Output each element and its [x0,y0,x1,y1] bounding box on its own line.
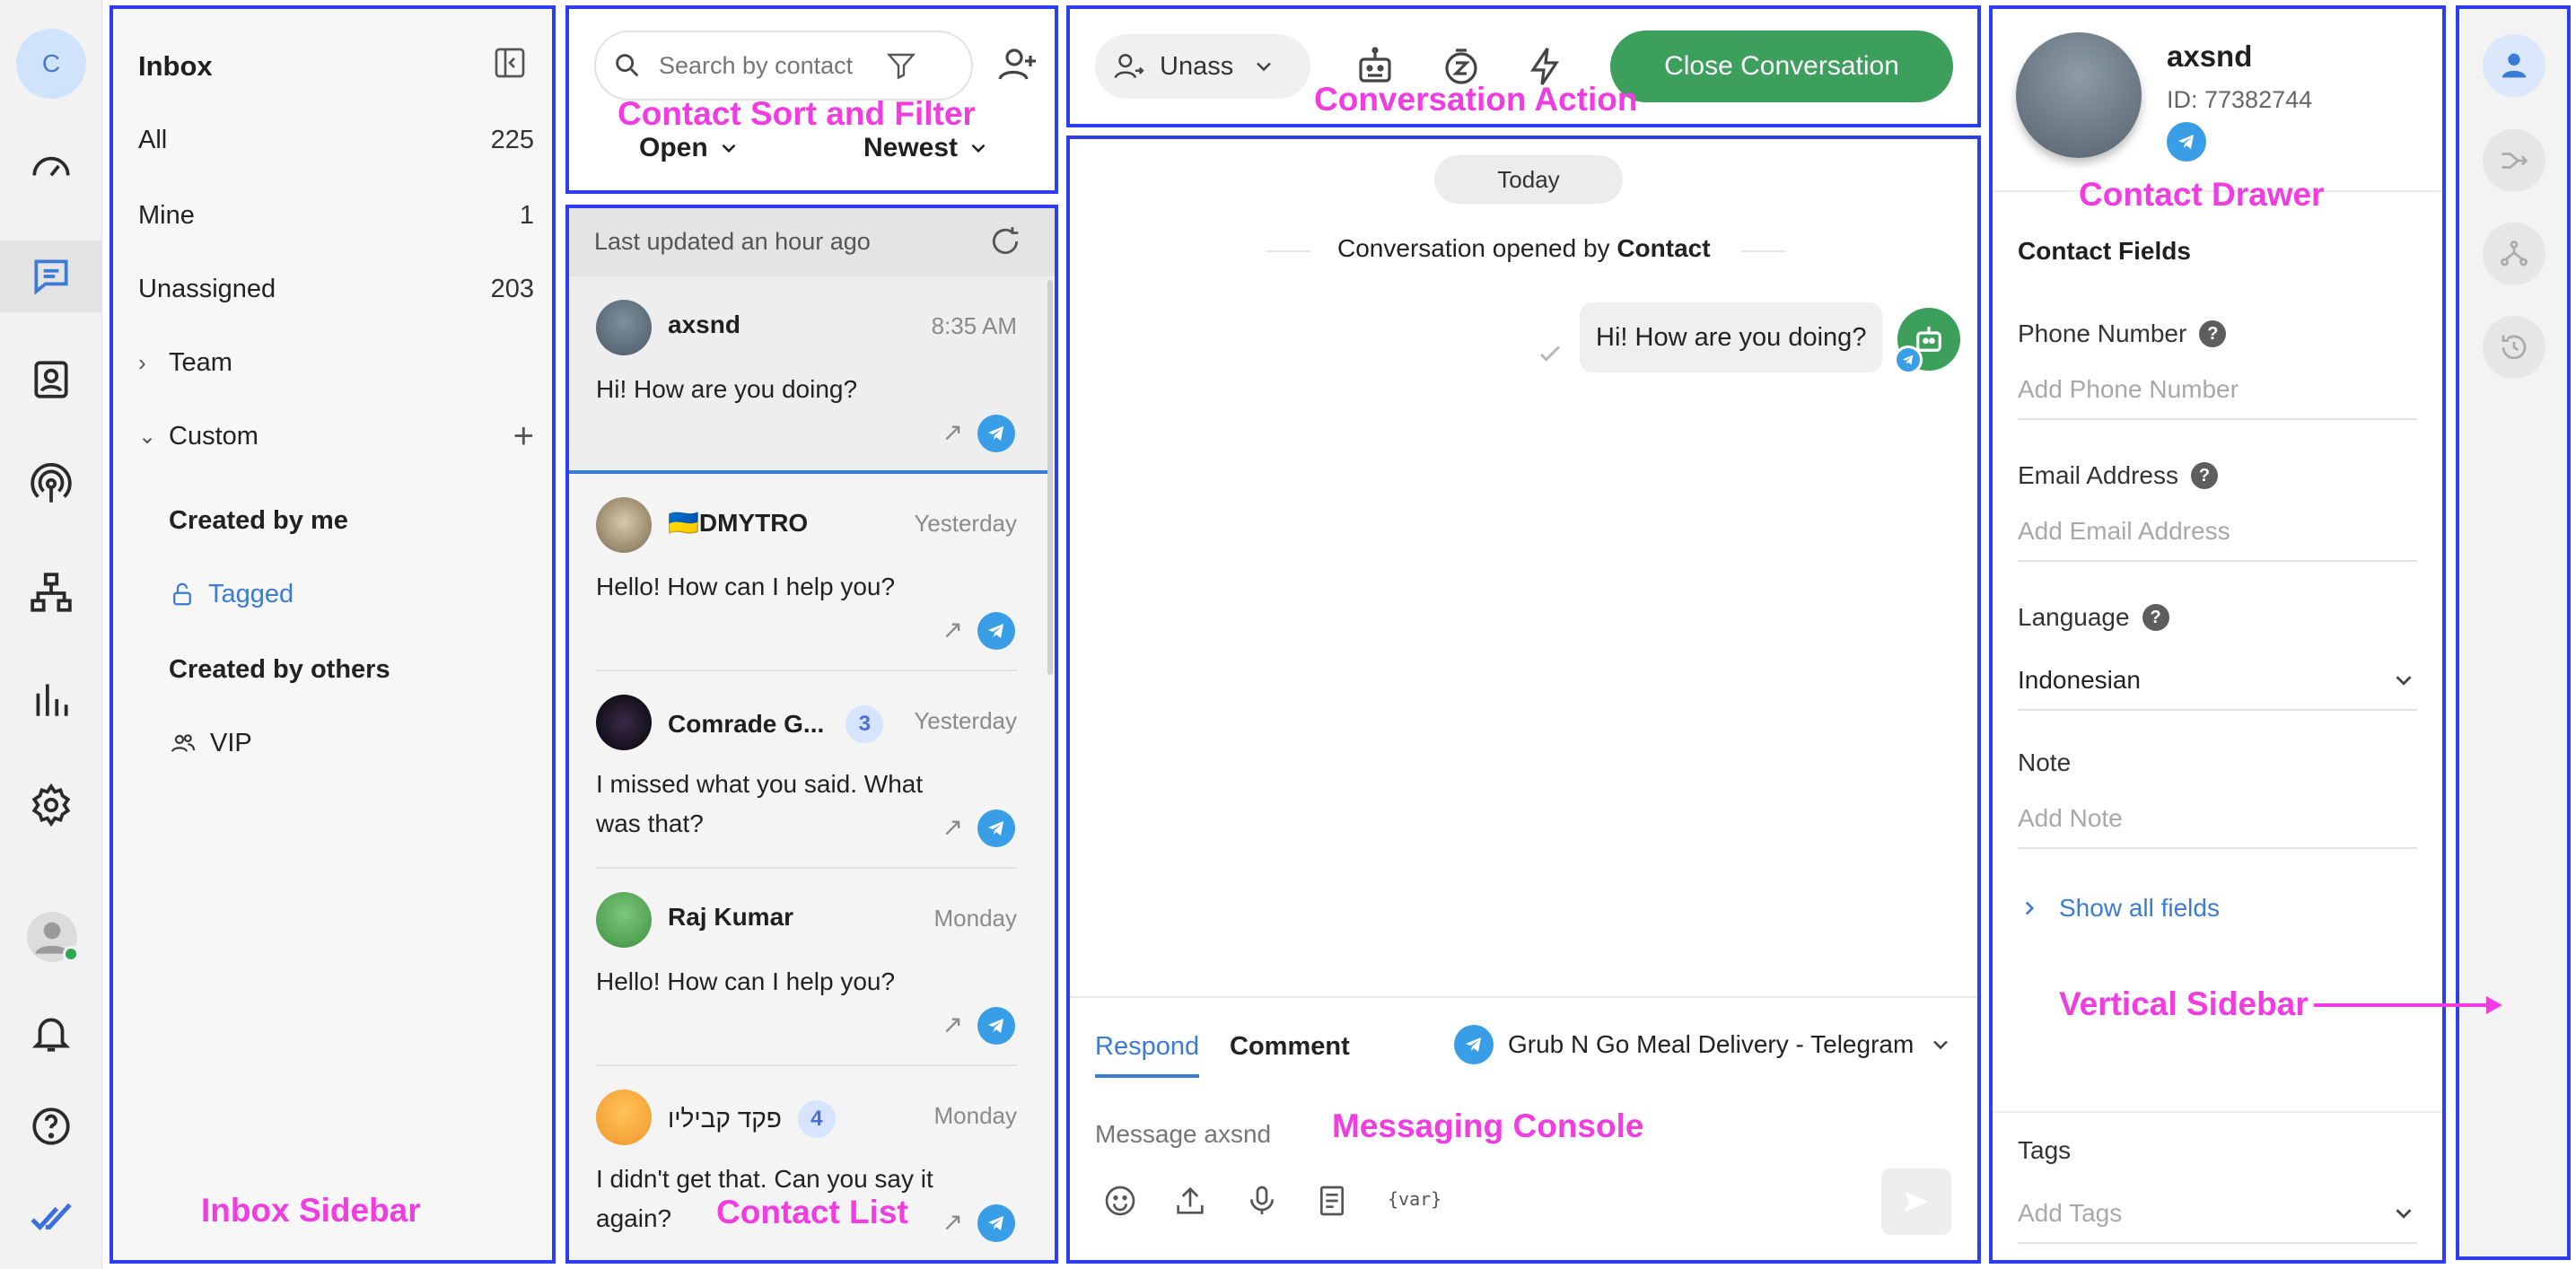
annotation-label: Conversation Action [1314,81,1638,118]
account-avatar[interactable]: C [16,29,86,99]
annotation-box-vertical-sidebar [2456,5,2571,1260]
reports-icon[interactable] [20,668,83,731]
app-nav-rail: C [0,0,102,1269]
annotation-label: Inbox Sidebar [201,1192,421,1229]
contacts-icon[interactable] [20,348,83,411]
help-icon[interactable] [20,1095,83,1158]
dashboard-icon[interactable] [20,136,83,199]
settings-icon[interactable] [20,774,83,836]
annotation-box-inbox-sidebar [110,5,556,1264]
annotation-box-conversation [1066,136,1981,1264]
workflows-icon[interactable] [20,562,83,625]
logo-icon [20,1186,83,1249]
user-avatar[interactable] [27,912,79,962]
annotation-label: Messaging Console [1332,1107,1644,1144]
annotation-label: Contact Sort and Filter [618,95,976,132]
notifications-icon[interactable] [20,1002,83,1064]
conversations-icon[interactable] [0,241,102,312]
annotation-label: Contact Drawer [2079,176,2325,213]
annotation-arrow [2312,991,2506,1024]
annotation-box-contact-list [565,205,1058,1264]
annotation-label: Contact List [716,1194,908,1230]
broadcast-icon[interactable] [20,454,83,517]
annotation-label: Vertical Sidebar [2059,985,2309,1022]
online-status-dot [63,946,79,962]
